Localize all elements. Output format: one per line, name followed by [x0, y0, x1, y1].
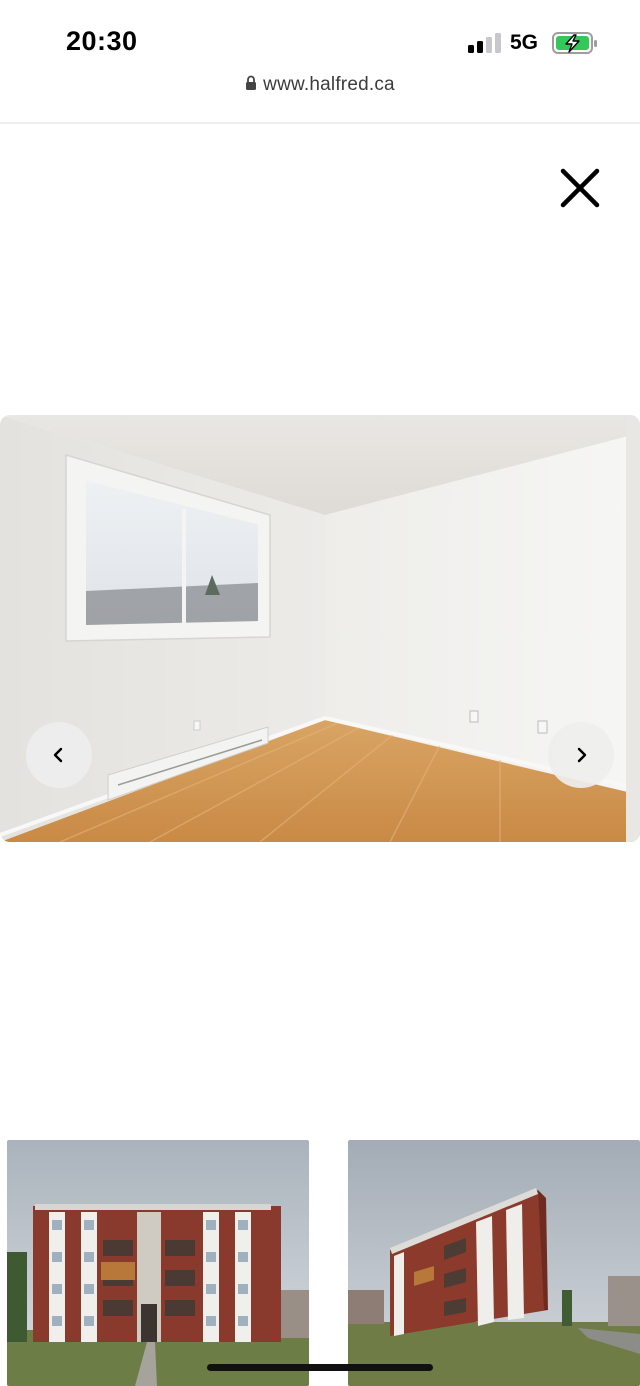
status-bar: 20:30 5G [0, 0, 640, 70]
previous-photo-button[interactable] [26, 722, 92, 788]
thumbnail-2[interactable] [348, 1140, 640, 1386]
address-bar[interactable]: www.halfred.ca [0, 74, 640, 104]
next-photo-button[interactable] [548, 722, 614, 788]
battery-charging-icon [552, 32, 597, 54]
apartment-building-front-photo [7, 1140, 309, 1386]
home-indicator [207, 1364, 433, 1371]
main-photo[interactable] [0, 415, 640, 842]
apartment-building-side-photo [348, 1140, 640, 1386]
chevron-left-icon [53, 747, 63, 763]
header-divider [0, 122, 640, 124]
empty-bedroom-photo [0, 415, 640, 842]
url-text: www.halfred.ca [263, 74, 395, 95]
network-type: 5G [510, 31, 539, 54]
thumbnail-1[interactable] [7, 1140, 309, 1386]
signal-bars-icon [468, 33, 502, 53]
lock-icon [246, 75, 257, 90]
close-button[interactable] [558, 166, 602, 210]
status-time: 20:30 [66, 26, 138, 56]
close-icon [560, 168, 600, 208]
chevron-right-icon [577, 747, 587, 763]
